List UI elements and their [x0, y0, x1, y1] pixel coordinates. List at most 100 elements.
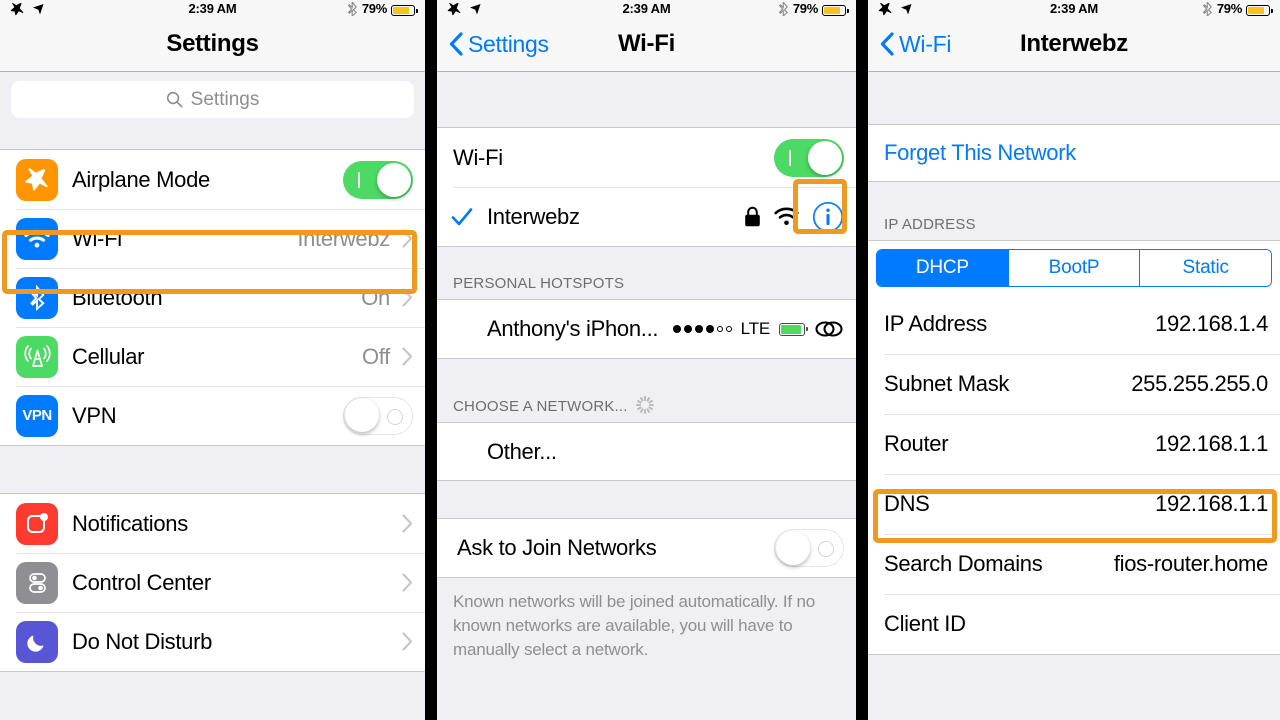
section-header-label: PERSONAL HOTSPOTS [453, 275, 625, 292]
vpn-toggle[interactable] [343, 396, 413, 435]
sidebar-item-cellular[interactable]: Cellular Off [0, 327, 425, 386]
settings-navbar: Settings [0, 17, 425, 72]
back-button[interactable]: Wi-Fi [868, 31, 951, 58]
sidebar-item-airplane-mode[interactable]: Airplane Mode [0, 150, 425, 209]
row-label: Bluetooth [72, 284, 163, 310]
ask-to-join-toggle[interactable] [774, 529, 844, 567]
battery-percent: 79% [792, 1, 818, 16]
network-navbar: Wi-Fi Interwebz [868, 17, 1280, 72]
spacer [0, 446, 425, 493]
field-row-ip-address[interactable]: IP Address 192.168.1.4 [868, 294, 1280, 354]
sidebar-item-control-center[interactable]: Control Center [0, 553, 425, 612]
back-label: Settings [468, 30, 549, 57]
row-label: Wi-Fi [453, 144, 503, 170]
ip-config-segmented-wrap: DHCP BootP Static [868, 240, 1280, 294]
status-bar: 2:39 AM 79% [0, 0, 425, 17]
bluetooth-icon [16, 276, 58, 319]
lock-icon [745, 206, 760, 227]
network-type-label: LTE [740, 319, 771, 338]
field-row-dns[interactable]: DNS 192.168.1.1 [868, 474, 1280, 534]
wifi-toggle-row[interactable]: Wi-Fi [437, 128, 856, 187]
checkmark-icon [451, 207, 473, 225]
back-label: Wi-Fi [899, 30, 952, 57]
chevron-left-icon [449, 32, 463, 56]
row-label: Cellular [72, 343, 145, 369]
field-row-router[interactable]: Router 192.168.1.1 [868, 414, 1280, 474]
personal-hotspots-header-block: PERSONAL HOTSPOTS [437, 247, 856, 299]
ask-to-join-row[interactable]: Ask to Join Networks [437, 519, 856, 577]
vpn-icon: VPN [16, 394, 58, 437]
chevron-right-icon [402, 288, 413, 307]
wifi-icon [16, 217, 58, 260]
field-key: Router [884, 431, 949, 456]
control-center-icon [16, 561, 58, 604]
status-bar: 2:39 AM 79% [437, 0, 856, 17]
section-header: IP ADDRESS [868, 182, 976, 240]
field-key: IP Address [884, 311, 987, 336]
field-value: fios-router.home [1113, 551, 1268, 576]
row-value: On [361, 284, 390, 310]
field-value: 192.168.1.4 [1155, 311, 1268, 336]
section-header-label: IP ADDRESS [884, 216, 976, 233]
choose-network-header-block: CHOOSE A NETWORK... [437, 359, 856, 422]
segment-dhcp[interactable]: DHCP [877, 250, 1009, 286]
sidebar-item-wifi[interactable]: Wi-Fi Interwebz [0, 209, 425, 268]
sidebar-item-bluetooth[interactable]: Bluetooth On [0, 268, 425, 327]
panel-divider [425, 0, 437, 720]
section-header: CHOOSE A NETWORK... [437, 359, 654, 422]
panel-divider [856, 0, 868, 720]
airplane-mode-toggle[interactable] [343, 160, 413, 199]
signal-dots-icon [672, 325, 732, 333]
ip-config-segmented-control[interactable]: DHCP BootP Static [876, 249, 1272, 287]
section-header: PERSONAL HOTSPOTS [437, 247, 625, 299]
hotspot-accessories: LTE [672, 318, 844, 340]
row-label: Control Center [72, 569, 211, 595]
forget-network-label: Forget This Network [884, 140, 1076, 165]
forget-network-button[interactable]: Forget This Network [868, 124, 1280, 182]
battery-icon [391, 5, 418, 16]
field-value: 192.168.1.1 [1155, 431, 1268, 456]
hotspot-row[interactable]: Anthony's iPhon... LTE [437, 300, 856, 358]
loading-spinner-icon [635, 396, 654, 414]
sidebar-item-vpn[interactable]: VPN VPN [0, 386, 425, 445]
chevron-right-icon [402, 573, 413, 592]
ask-to-join-group: Ask to Join Networks [437, 518, 856, 578]
sidebar-item-notifications[interactable]: Notifications [0, 494, 425, 553]
segment-static[interactable]: Static [1140, 250, 1271, 286]
screenshot-stage: 2:39 AM 79% Settings Settings Airplane M… [0, 0, 1280, 720]
network-name: Other... [487, 438, 557, 464]
row-label: Airplane Mode [72, 166, 210, 192]
wifi-toggle-group: Wi-Fi Interwebz [437, 127, 856, 247]
battery-icon [822, 5, 849, 16]
spacer [0, 128, 425, 149]
networks-group: Other... [437, 422, 856, 481]
back-button[interactable]: Settings [437, 31, 549, 58]
row-label: Wi-Fi [72, 225, 122, 251]
segment-bootp[interactable]: BootP [1008, 250, 1141, 286]
network-row-accessories [744, 201, 844, 233]
field-row-client-id[interactable]: Client ID [868, 594, 1280, 654]
search-icon [166, 91, 183, 108]
field-row-subnet-mask[interactable]: Subnet Mask 255.255.255.0 [868, 354, 1280, 414]
row-label: Ask to Join Networks [457, 535, 657, 560]
field-row-search-domains[interactable]: Search Domains fios-router.home [868, 534, 1280, 594]
chevron-right-icon [402, 632, 413, 651]
network-row-other[interactable]: Other... [437, 423, 856, 480]
field-key: Subnet Mask [884, 371, 1010, 396]
network-row-interwebz[interactable]: Interwebz [437, 187, 856, 246]
info-icon[interactable] [812, 201, 844, 233]
section-header-label: CHOOSE A NETWORK... [453, 398, 628, 415]
status-bar-right: 79% [778, 1, 849, 16]
row-value: Interwebz [297, 225, 390, 251]
bluetooth-icon [1202, 2, 1212, 16]
ip-address-header-block: IP ADDRESS [868, 182, 1280, 240]
battery-percent: 79% [361, 1, 387, 16]
wifi-signal-icon [774, 207, 799, 226]
status-bar-right: 79% [1202, 1, 1273, 16]
bluetooth-icon [778, 2, 788, 16]
hotspots-group: Anthony's iPhon... LTE [437, 299, 856, 359]
field-key: Client ID [884, 611, 966, 636]
search-input[interactable]: Settings [11, 81, 414, 118]
sidebar-item-do-not-disturb[interactable]: Do Not Disturb [0, 612, 425, 671]
wifi-toggle[interactable] [774, 138, 844, 177]
